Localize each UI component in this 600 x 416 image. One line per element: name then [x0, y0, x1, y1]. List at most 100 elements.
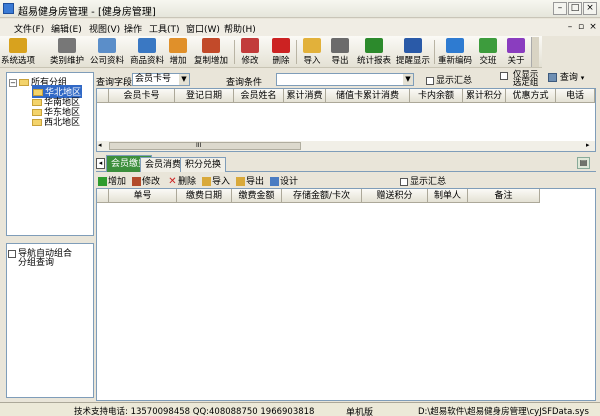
- payment-edit-button[interactable]: 修改: [132, 174, 160, 187]
- member-grid[interactable]: 会员卡号 登记日期 会员姓名 累计消费 储值卡累计消费 卡内余额 累计积分 优惠…: [96, 88, 596, 152]
- folder-open-icon: [19, 79, 29, 86]
- product-info-button[interactable]: 商品资料: [128, 37, 166, 67]
- add-button[interactable]: 增加: [166, 37, 190, 67]
- main-toolbar: 系统选项 类别维护 公司资料 商品资料 增加 复制增加 修改 删除 导入 导出 …: [0, 36, 542, 68]
- toolbar-label: 交班: [479, 56, 497, 66]
- column-header[interactable]: 缴费金额: [232, 189, 282, 203]
- search-button[interactable]: 查询 ▾: [548, 72, 584, 86]
- toolbar-label: 类别维护: [49, 56, 84, 66]
- edit-button[interactable]: 修改: [238, 37, 262, 67]
- menu-tools[interactable]: 工具(T): [149, 22, 180, 35]
- delete-button[interactable]: 删除: [269, 37, 293, 67]
- tab-points-exchange[interactable]: 积分兑换: [180, 157, 227, 172]
- system-options-button[interactable]: 系统选项: [1, 37, 35, 67]
- delete-icon: [272, 38, 290, 53]
- panel-option-icon[interactable]: ▤: [577, 157, 590, 169]
- collapse-icon[interactable]: −: [9, 78, 17, 87]
- scroll-right-icon[interactable]: ▸: [586, 141, 590, 149]
- column-header[interactable]: 存储金额/卡次: [282, 189, 362, 203]
- horizontal-scrollbar[interactable]: ◂ III ▸: [97, 141, 595, 151]
- mdi-minimize-button[interactable]: –: [565, 22, 575, 32]
- category-maintain-button[interactable]: 类别维护: [48, 37, 86, 67]
- column-header[interactable]: 登记日期: [175, 89, 234, 103]
- only-selected-label: 仅显示 选定组: [513, 71, 539, 88]
- payment-import-label: 导入: [212, 177, 231, 187]
- scrollbar-thumb[interactable]: III: [109, 142, 301, 150]
- query-field-label: 查询字段: [96, 78, 133, 88]
- export-button[interactable]: 导出: [328, 37, 352, 67]
- scroll-grip-marker: III: [196, 142, 202, 149]
- reminder-display-button[interactable]: 提醒显示: [394, 37, 432, 67]
- menu-window[interactable]: 窗口(W): [186, 22, 220, 35]
- checkbox-box[interactable]: [8, 249, 16, 258]
- chevron-down-icon[interactable]: ▾: [581, 74, 585, 82]
- column-header[interactable]: 会员卡号: [109, 89, 175, 103]
- add-icon: [98, 177, 107, 186]
- import-icon: [202, 177, 211, 186]
- data-path: D:\超易软件\超易健身房管理\cyJSFData.sys: [418, 407, 589, 416]
- column-header[interactable]: 储值卡累计消费: [326, 89, 410, 103]
- recode-icon: [446, 38, 464, 53]
- column-header[interactable]: 累计消费: [284, 89, 326, 103]
- group-tree: − 所有分组 华北地区 华南地区 华东地区 西北地区: [6, 72, 94, 236]
- chevron-down-icon[interactable]: ▼: [179, 74, 189, 85]
- tab-scroll-left-icon[interactable]: ◂: [96, 158, 105, 169]
- import-button[interactable]: 导入: [300, 37, 324, 67]
- statistics-report-button[interactable]: 统计报表: [355, 37, 393, 67]
- column-header[interactable]: 单号: [109, 189, 177, 203]
- pencil-icon: [241, 38, 259, 53]
- menu-view[interactable]: 视图(V): [89, 22, 120, 35]
- recode-button[interactable]: 重新编码: [436, 37, 474, 67]
- menu-file[interactable]: 文件(F): [14, 22, 44, 35]
- toolbar-separator: [234, 40, 235, 64]
- column-header[interactable]: 会员姓名: [234, 89, 284, 103]
- checkbox-box[interactable]: [400, 177, 408, 186]
- query-field-select[interactable]: 会员卡号 ▼: [132, 73, 190, 86]
- payment-show-summary-checkbox[interactable]: 显示汇总: [400, 174, 446, 187]
- column-header[interactable]: 累计积分: [463, 89, 506, 103]
- payment-delete-button[interactable]: ✕删除: [168, 174, 196, 188]
- menu-edit[interactable]: 编辑(E): [51, 22, 82, 35]
- only-selected-group-checkbox[interactable]: 仅显示 选定组: [500, 71, 538, 88]
- close-button[interactable]: ×: [583, 2, 597, 15]
- scroll-left-icon[interactable]: ◂: [98, 141, 102, 149]
- payment-toolbar: 增加 修改 ✕删除 导入 导出 设计 显示汇总: [96, 173, 596, 187]
- about-button[interactable]: 关于: [504, 37, 528, 67]
- payment-add-button[interactable]: 增加: [98, 174, 126, 187]
- copy-add-button[interactable]: 复制增加: [192, 37, 230, 67]
- toolbar-label: 复制增加: [193, 56, 228, 66]
- payment-grid[interactable]: 单号 缴费日期 缴费金额 存储金额/卡次 赠送积分 制单人 备注: [96, 188, 596, 401]
- column-header[interactable]: 电话: [556, 89, 595, 103]
- maximize-button[interactable]: □: [568, 2, 582, 15]
- query-condition-select[interactable]: ▼: [276, 73, 414, 86]
- payment-export-button[interactable]: 导出: [236, 174, 264, 187]
- toolbar-label: 关于: [507, 56, 525, 66]
- column-header[interactable]: 卡内余额: [410, 89, 463, 103]
- checkbox-box[interactable]: [500, 72, 508, 80]
- chevron-down-icon[interactable]: ▼: [403, 74, 413, 85]
- toolbar-overflow-handle[interactable]: [531, 37, 539, 67]
- company-info-button[interactable]: 公司资料: [88, 37, 126, 67]
- column-header[interactable]: 制单人: [428, 189, 468, 203]
- payment-import-button[interactable]: 导入: [202, 174, 230, 187]
- column-header[interactable]: 备注: [468, 189, 540, 203]
- shift-handover-button[interactable]: 交班: [476, 37, 500, 67]
- minimize-button[interactable]: –: [553, 2, 567, 15]
- search-icon: [548, 73, 557, 82]
- payment-export-label: 导出: [246, 177, 265, 187]
- show-summary-checkbox[interactable]: 显示汇总: [426, 73, 472, 86]
- mdi-restore-button[interactable]: ▫: [576, 22, 586, 32]
- menu-operate[interactable]: 操作: [124, 22, 142, 35]
- column-header[interactable]: 缴费日期: [177, 189, 232, 203]
- checkbox-box[interactable]: [426, 76, 434, 85]
- mdi-close-button[interactable]: ×: [588, 22, 598, 32]
- tree-node-northwest[interactable]: 西北地区: [32, 115, 80, 128]
- payment-design-button[interactable]: 设计: [270, 174, 298, 187]
- printer-icon: [331, 38, 349, 53]
- edition-label: 单机版: [346, 408, 374, 416]
- toolbar-label: 删除: [272, 56, 290, 66]
- column-header[interactable]: 赠送积分: [362, 189, 428, 203]
- menu-help[interactable]: 帮助(H): [224, 22, 256, 35]
- column-header[interactable]: 优惠方式: [506, 89, 556, 103]
- query-bar: 查询字段 会员卡号 ▼ 查询条件 ▼ 显示汇总 仅显示 选定组 查询 ▾: [96, 71, 596, 88]
